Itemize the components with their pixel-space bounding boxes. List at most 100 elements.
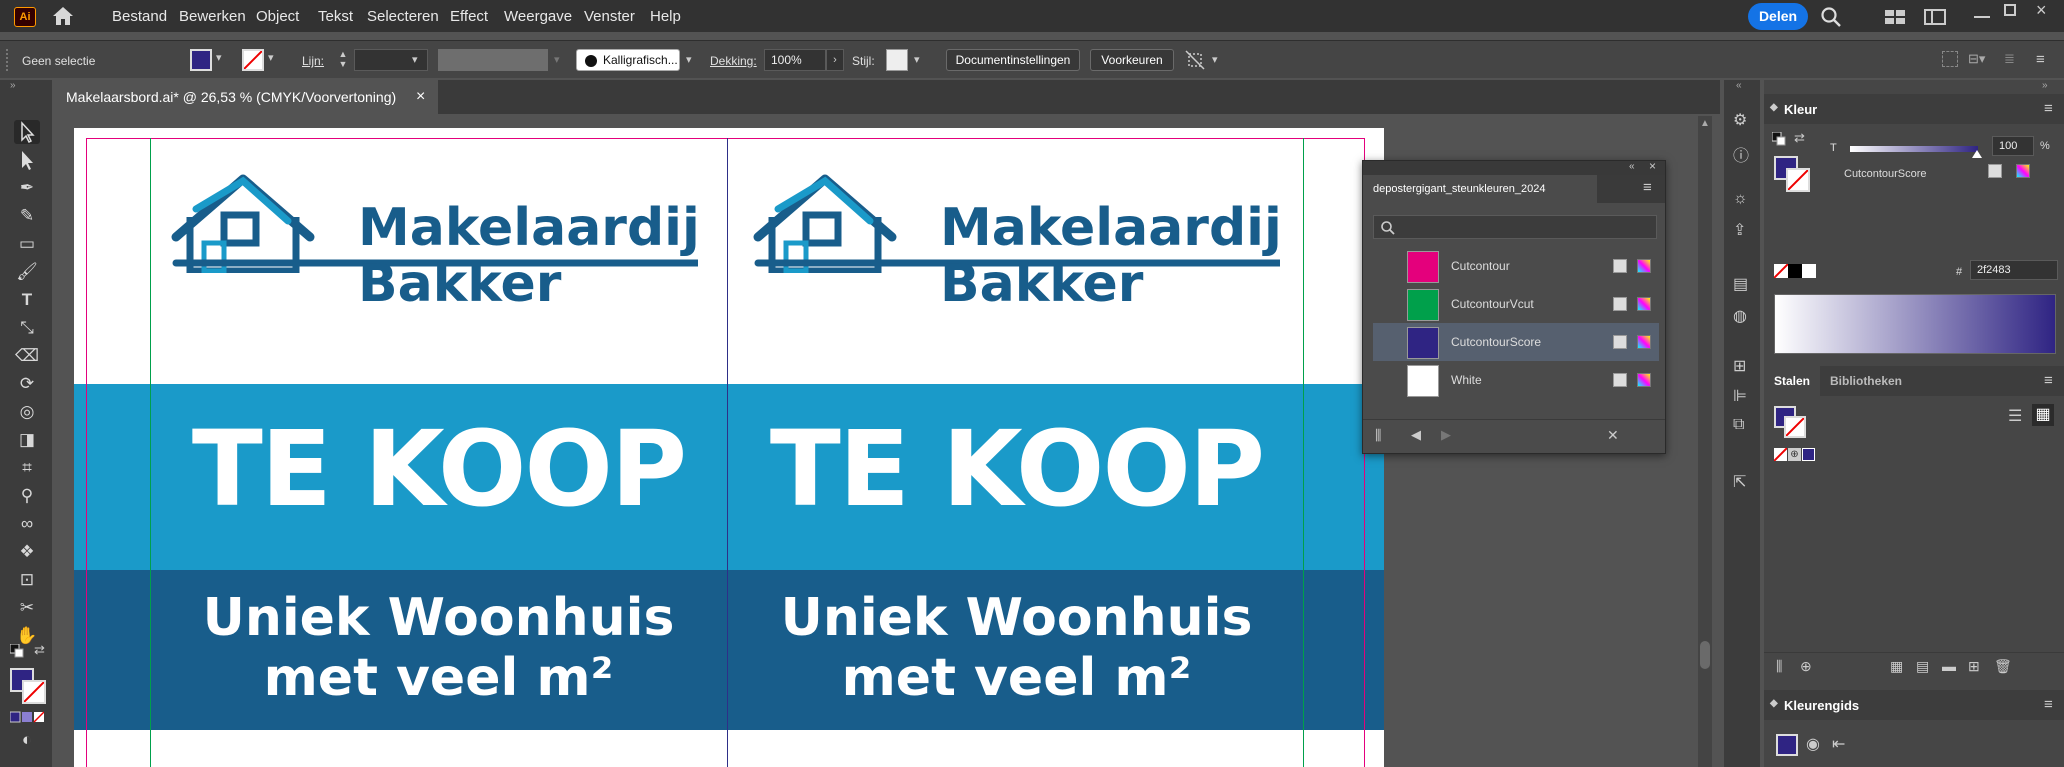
fill-swatch[interactable] bbox=[190, 49, 212, 71]
transform-panel-icon[interactable]: ⊞ bbox=[1733, 356, 1746, 376]
white-color-chip[interactable] bbox=[1802, 264, 1816, 278]
color-panel-default-icon[interactable] bbox=[1771, 131, 1786, 146]
color-panel-collapse-icon[interactable]: ◆ bbox=[1770, 102, 1778, 113]
color-panel-swap-icon[interactable]: ⇄ bbox=[1794, 130, 1805, 146]
menu-bestand[interactable]: Bestand bbox=[112, 8, 167, 25]
color-guide-save-icon[interactable]: ⇤ bbox=[1832, 734, 1845, 754]
menu-venster[interactable]: Venster bbox=[584, 8, 635, 25]
new-swatch-icon[interactable]: ⊞ bbox=[1968, 658, 1980, 675]
strip-collapse-icon[interactable]: « bbox=[1736, 80, 1742, 91]
stroke-dropdown-icon[interactable]: ▾ bbox=[268, 51, 274, 64]
color-mode-icons[interactable] bbox=[9, 710, 45, 723]
swatch-row-selected[interactable]: CutcontourScore bbox=[1373, 323, 1659, 361]
swatch-panel-menu-icon[interactable]: ≡ bbox=[1643, 179, 1652, 196]
style-swatch[interactable] bbox=[886, 49, 908, 71]
tab-libraries[interactable]: Bibliotheken bbox=[1824, 366, 1908, 396]
menu-weergave[interactable]: Weergave bbox=[504, 8, 572, 25]
draw-mode-icon[interactable]: ◐ bbox=[14, 728, 40, 752]
align-panel-icon[interactable]: ⊫ bbox=[1733, 386, 1747, 406]
opacity-field[interactable]: 100% bbox=[764, 49, 826, 71]
toolbar-collapse-icon[interactable]: » bbox=[10, 80, 16, 91]
swatches-stroke-swatch[interactable] bbox=[1784, 416, 1806, 438]
align-icon-a[interactable] bbox=[1942, 51, 1958, 67]
share-button[interactable]: Delen bbox=[1748, 3, 1808, 30]
preferences-button[interactable]: Voorkeuren bbox=[1090, 49, 1174, 71]
color-guide-panel-header[interactable]: ◆ Kleurengids ≡ bbox=[1764, 690, 2064, 720]
scale-tool-icon[interactable]: ⤡ bbox=[14, 316, 40, 340]
add-to-library-icon[interactable]: ⊕ bbox=[1800, 658, 1812, 675]
swatch-row[interactable]: CutcontourVcut bbox=[1373, 285, 1659, 323]
menu-help[interactable]: Help bbox=[650, 8, 681, 25]
swatch-score-chip[interactable] bbox=[1802, 448, 1815, 461]
selection-tool-icon[interactable] bbox=[14, 120, 40, 144]
brush-definition[interactable]: Kalligrafisch... bbox=[576, 49, 680, 71]
info-panel-icon[interactable]: ⓘ bbox=[1733, 142, 1749, 166]
direct-selection-tool-icon[interactable] bbox=[14, 148, 40, 172]
toolbar-stroke-swatch[interactable] bbox=[22, 680, 46, 704]
document-tab[interactable]: Makelaarsbord.ai* @ 26,53 % (CMYK/Voorve… bbox=[54, 80, 438, 114]
eraser-tool-icon[interactable]: ⌫ bbox=[14, 344, 40, 368]
pen-tool-icon[interactable]: ✒ bbox=[14, 176, 40, 200]
tint-slider[interactable] bbox=[1850, 146, 1978, 152]
properties-panel-icon[interactable]: ⚙ bbox=[1733, 110, 1747, 130]
document-settings-button[interactable]: Documentinstellingen bbox=[946, 49, 1080, 71]
transform-dropdown-icon[interactable]: ▾ bbox=[1212, 53, 1218, 66]
transform-icon[interactable] bbox=[1184, 49, 1206, 71]
slice-tool-icon[interactable]: ✂ bbox=[14, 596, 40, 620]
style-dropdown-icon[interactable]: ▾ bbox=[914, 53, 920, 66]
workspace-switcher-icon[interactable] bbox=[1924, 8, 1946, 26]
swatches-panel-menu-icon[interactable]: ≡ bbox=[2044, 372, 2053, 389]
color-panel-menu-icon[interactable]: ≡ bbox=[2044, 100, 2053, 117]
show-swatch-kinds-icon[interactable]: ▦ bbox=[1890, 658, 1903, 675]
color-spectrum-bar[interactable] bbox=[1774, 294, 2056, 354]
swatch-none-chip[interactable] bbox=[1773, 447, 1788, 462]
swatch-library-menu-icon[interactable]: ⫼ bbox=[1375, 427, 1381, 444]
transparency-panel-icon[interactable]: ◍ bbox=[1733, 306, 1747, 326]
artboard[interactable]: Makelaardij Bakker TE KOOP Uniek Woonhui… bbox=[74, 128, 1384, 767]
swatch-registration-chip[interactable]: ⊕ bbox=[1788, 448, 1801, 461]
minimize-icon[interactable] bbox=[1974, 8, 1990, 18]
menu-object[interactable]: Object bbox=[256, 8, 299, 25]
delete-swatch-icon[interactable]: 🗑 bbox=[1994, 658, 2012, 675]
eyedropper-tool-icon[interactable]: ⚲ bbox=[14, 484, 40, 508]
default-colors-icon[interactable] bbox=[9, 643, 24, 658]
stroke-weight-dropdown-icon[interactable]: ▾ bbox=[412, 53, 418, 66]
document-tab-close-icon[interactable]: × bbox=[416, 80, 425, 114]
blend-tool-icon[interactable]: ∞ bbox=[14, 512, 40, 536]
color-panel-stroke-swatch[interactable] bbox=[1786, 168, 1810, 192]
color-panel-header[interactable]: ◆ Kleur ≡ bbox=[1764, 94, 2064, 124]
new-color-group-icon[interactable]: ▬ bbox=[1942, 658, 1956, 674]
type-tool-icon[interactable]: T bbox=[14, 288, 40, 312]
asset-export-panel-icon[interactable]: ⇪ bbox=[1733, 220, 1746, 240]
home-icon[interactable] bbox=[50, 4, 76, 28]
previous-library-icon[interactable]: ◀ bbox=[1411, 427, 1421, 443]
shape-builder-tool-icon[interactable]: ◎ bbox=[14, 400, 40, 424]
panel-menu-icon[interactable]: ≡ bbox=[2036, 51, 2052, 68]
align-icon-c[interactable]: ≣ bbox=[2004, 51, 2022, 67]
variable-width-dropdown-icon[interactable]: ▾ bbox=[554, 53, 560, 66]
color-guide-harmony-icon[interactable]: ◉ bbox=[1806, 734, 1820, 754]
align-icon-b[interactable]: ⊟▾ bbox=[1968, 51, 1990, 67]
appearance-panel-icon[interactable]: ☼ bbox=[1733, 190, 1748, 208]
artboard-tool-icon[interactable]: ⊡ bbox=[14, 568, 40, 592]
links-panel-icon[interactable]: ⇱ bbox=[1733, 472, 1746, 492]
symbol-sprayer-tool-icon[interactable]: ❖ bbox=[14, 540, 40, 564]
opacity-arrow-icon[interactable]: › bbox=[826, 49, 844, 71]
menu-selecteren[interactable]: Selecteren bbox=[367, 8, 439, 25]
tab-swatches[interactable]: Stalen bbox=[1764, 366, 1820, 396]
variable-width-field[interactable] bbox=[438, 49, 548, 71]
swatch-search-input[interactable] bbox=[1373, 215, 1657, 239]
hex-value-field[interactable]: 2f2483 bbox=[1970, 260, 2058, 280]
dock-collapse-icon[interactable]: » bbox=[2042, 80, 2048, 91]
menu-bewerken[interactable]: Bewerken bbox=[179, 8, 246, 25]
swatch-options-icon[interactable]: ▤ bbox=[1916, 658, 1929, 675]
fill-dropdown-icon[interactable]: ▾ bbox=[216, 51, 222, 64]
width-tool-icon[interactable]: ⟳ bbox=[14, 372, 40, 396]
swatch-library-icon[interactable]: ⫼ bbox=[1776, 658, 1782, 675]
mesh-tool-icon[interactable]: ⌗ bbox=[14, 456, 40, 480]
maximize-icon[interactable] bbox=[2004, 4, 2016, 16]
swatch-panel-titlebar[interactable]: « × bbox=[1363, 159, 1665, 175]
menu-effect[interactable]: Effect bbox=[450, 8, 488, 25]
swatch-panel-collapse-icon[interactable]: « bbox=[1629, 161, 1635, 172]
tint-slider-thumb[interactable] bbox=[1972, 150, 1982, 158]
